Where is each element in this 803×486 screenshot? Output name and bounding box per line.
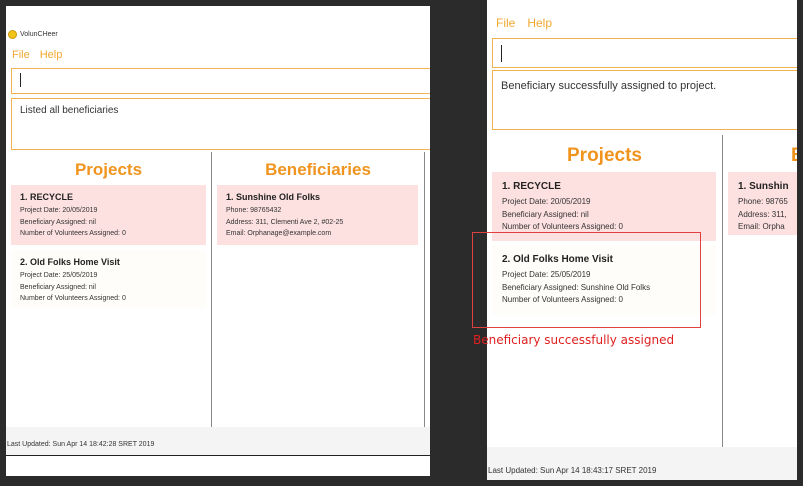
beneficiaries-heading: Beneficiaries (265, 160, 371, 179)
command-input[interactable] (492, 38, 797, 68)
beneficiaries-heading: B (791, 145, 797, 167)
project-list-panel: Projects 1. RECYCLE Project Date: 20/05/… (6, 152, 211, 427)
result-message: Listed all beneficiaries (20, 105, 119, 116)
beneficiary-title: 1. Sunshin (738, 181, 789, 192)
beneficiary-phone: Phone: 98765 (738, 197, 788, 206)
last-updated-text: Last Updated: Sun Apr 14 18:43:17 SRET 2… (488, 466, 657, 475)
result-display: Beneficiary successfully assigned to pro… (492, 70, 797, 130)
project-beneficiary: Beneficiary Assigned: nil (20, 283, 96, 291)
project-card[interactable]: 1. RECYCLE Project Date: 20/05/2019 Bene… (492, 172, 716, 241)
app-logo-icon (8, 30, 17, 39)
projects-heading: Projects (567, 145, 642, 166)
menu-file[interactable]: File (12, 49, 30, 61)
text-cursor (20, 73, 21, 87)
project-date: Project Date: 20/05/2019 (502, 197, 591, 206)
highlight-box (472, 232, 701, 328)
before-window: VolunCHeer File Help Listed all benefici… (6, 6, 430, 476)
beneficiary-email: Email: Orphanage@example.com (226, 230, 332, 237)
annotation-label: Beneficiary successfully assigned (473, 333, 675, 347)
project-beneficiary: Beneficiary Assigned: nil (20, 218, 96, 226)
result-message: Beneficiary successfully assigned to pro… (501, 80, 717, 92)
status-bar: Last Updated: Sun Apr 14 18:42:28 SRET 2… (6, 427, 430, 455)
project-date: Project Date: 20/05/2019 (20, 207, 98, 214)
column-divider (424, 152, 425, 427)
text-cursor (501, 45, 502, 62)
project-beneficiary: Beneficiary Assigned: nil (502, 209, 589, 219)
menu-help[interactable]: Help (40, 49, 63, 61)
menu-file[interactable]: File (496, 16, 515, 30)
projects-heading: Projects (74, 160, 143, 179)
beneficiary-card[interactable]: 1. Sunshin Phone: 98765 Address: 311, Em… (728, 172, 797, 235)
beneficiary-title: 1. Sunshine Old Folks (226, 192, 321, 202)
beneficiary-address: Address: 311, (738, 209, 787, 219)
beneficiary-list-panel: B 1. Sunshin Phone: 98765 Address: 311, … (723, 135, 797, 447)
beneficiary-phone: Phone: 98765432 (226, 207, 282, 214)
title-bar: VolunCHeer (8, 30, 58, 39)
beneficiary-email: Email: Orpha (738, 222, 785, 231)
menu-bar: File Help (12, 49, 62, 61)
menu-bar: File Help (496, 16, 552, 30)
project-card[interactable]: 1. RECYCLE Project Date: 20/05/2019 Bene… (11, 185, 206, 245)
project-date: Project Date: 25/05/2019 (20, 272, 98, 279)
status-divider (6, 455, 430, 456)
result-display: Listed all beneficiaries (11, 98, 430, 150)
command-input[interactable] (11, 68, 430, 94)
app-title: VolunCHeer (20, 31, 58, 38)
project-volunteers: Number of Volunteers Assigned: 0 (20, 230, 126, 237)
project-title: 1. RECYCLE (502, 181, 561, 192)
last-updated-text: Last Updated: Sun Apr 14 18:42:28 SRET 2… (7, 441, 155, 448)
beneficiary-list-panel: Beneficiaries 1. Sunshine Old Folks Phon… (212, 152, 424, 427)
status-bar: Last Updated: Sun Apr 14 18:43:17 SRET 2… (487, 447, 797, 480)
project-volunteers: Number of Volunteers Assigned: 0 (20, 295, 126, 302)
beneficiary-address: Address: 311, Clementi Ave 2, #02-25 (226, 218, 344, 226)
project-title: 2. Old Folks Home Visit (20, 257, 120, 267)
beneficiary-card[interactable]: 1. Sunshine Old Folks Phone: 98765432 Ad… (217, 185, 418, 245)
menu-help[interactable]: Help (527, 16, 552, 30)
project-title: 1. RECYCLE (20, 192, 74, 202)
project-card[interactable]: 2. Old Folks Home Visit Project Date: 25… (11, 250, 206, 308)
